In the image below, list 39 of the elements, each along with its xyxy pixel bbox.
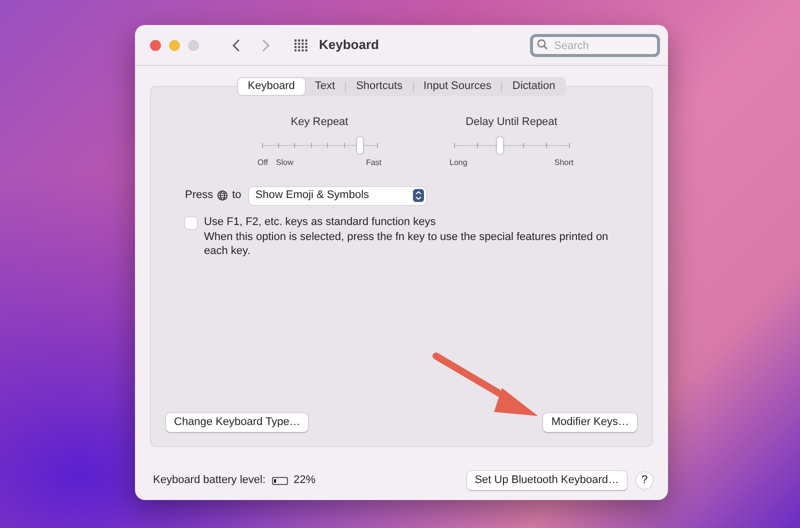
slider-label: Off — [258, 156, 268, 168]
checkbox[interactable] — [185, 216, 197, 228]
zoom-icon[interactable] — [188, 40, 199, 50]
slider-track[interactable] — [262, 138, 378, 152]
panel-button[interactable]: Change Keyboard Type… — [166, 413, 308, 432]
popup-button[interactable]: Show Emoji & Symbols — [249, 186, 426, 204]
slider-track[interactable] — [454, 138, 570, 152]
window-title: Keyboard — [319, 36, 379, 54]
search-field[interactable]: Search — [530, 34, 660, 58]
tab[interactable]: Dictation — [502, 78, 566, 95]
slider-thumb[interactable] — [357, 136, 364, 154]
tab[interactable]: Input Sources — [414, 78, 502, 95]
press-label: Press — [185, 188, 214, 204]
slider-title: Key Repeat — [290, 115, 348, 130]
slider-label: Slow — [276, 156, 294, 168]
tab[interactable]: Keyboard — [238, 78, 305, 95]
slider-title: Delay Until Repeat — [466, 115, 558, 130]
tab[interactable]: Text — [304, 78, 346, 95]
globe-icon — [217, 190, 228, 201]
slider-label: Short — [554, 156, 574, 168]
slider-label: Fast — [366, 156, 382, 168]
help-button[interactable]: ? — [636, 472, 653, 489]
checkbox-label: Use F1, F2, etc. keys as standard function keys — [204, 214, 437, 228]
description-text: When this option is selected, press the fn key to use the special features printed on each key. — [204, 230, 610, 258]
battery-reading: 22% — [294, 473, 316, 488]
chevron-updown-icon — [413, 189, 424, 202]
tab[interactable]: Shortcuts — [346, 78, 413, 95]
to-label: to — [232, 188, 242, 204]
panel-button[interactable]: Modifier Keys… — [543, 413, 637, 432]
bluetooth-setup-button[interactable]: Set Up Bluetooth Keyboard… — [466, 471, 627, 490]
back-icon[interactable] — [232, 38, 240, 52]
slider-thumb[interactable] — [496, 136, 502, 154]
forward-icon[interactable] — [262, 38, 270, 52]
battery-label: Keyboard battery level: — [153, 473, 266, 488]
close-icon[interactable] — [150, 40, 161, 50]
minimize-icon[interactable] — [169, 40, 180, 50]
grid-icon[interactable] — [294, 38, 308, 52]
search-icon — [537, 38, 548, 50]
slider-label: Long — [450, 156, 468, 168]
